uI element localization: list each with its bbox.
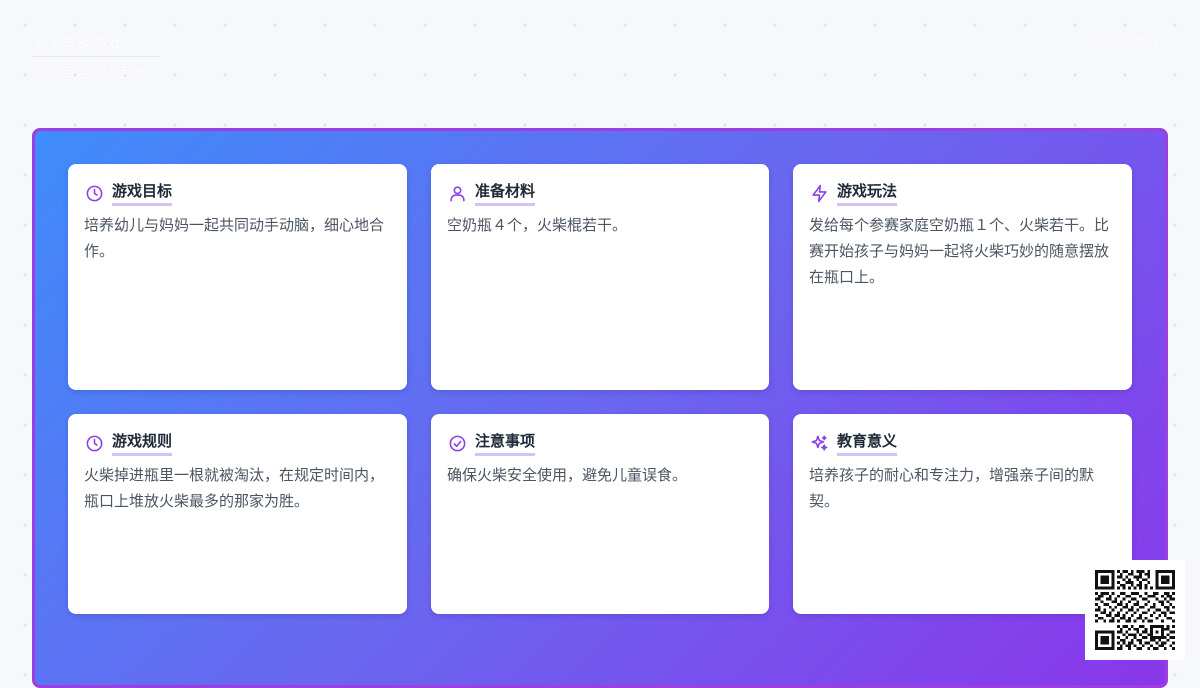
card-goal: 游戏目标 培养幼儿与妈妈一起共同动手动脑，细心地合作。 <box>68 164 407 390</box>
card-body: 火柴掉进瓶里一根就被淘汰，在规定时间内，瓶口上堆放火柴最多的那家为胜。 <box>84 466 385 510</box>
card-body: 发给每个参赛家庭空奶瓶１个、火柴若干。比赛开始孩子与妈妈一起将火柴巧妙的随意摆放… <box>809 216 1110 286</box>
qr-code-icon <box>1095 570 1175 650</box>
card-title: 教育意义 <box>837 431 898 456</box>
card-header: 游戏目标 <box>84 180 391 206</box>
card-body: 培养孩子的耐心和专注力，增强亲子间的默契。 <box>809 466 1095 510</box>
qr-code <box>1085 560 1185 660</box>
card-title: 准备材料 <box>475 181 536 206</box>
card-header: 准备材料 <box>447 180 753 206</box>
card-header: 注意事项 <box>447 430 753 456</box>
card-body: 确保火柴安全使用，避免儿童误食。 <box>447 466 688 484</box>
check-circle-icon <box>447 433 467 453</box>
sparkles-icon <box>809 433 829 453</box>
card-grid: 游戏目标 培养幼儿与妈妈一起共同动手动脑，细心地合作。 准备材料 空奶瓶４个，火… <box>68 164 1132 614</box>
card-gameplay: 游戏玩法 发给每个参赛家庭空奶瓶１个、火柴若干。比赛开始孩子与妈妈一起将火柴巧妙… <box>793 164 1132 390</box>
card-title: 注意事项 <box>475 431 536 456</box>
card-header: 游戏规则 <box>84 430 391 456</box>
clock-icon <box>84 183 104 203</box>
card-notes: 注意事项 确保火柴安全使用，避免儿童误食。 <box>431 414 769 614</box>
card-title: 游戏目标 <box>112 181 173 206</box>
card-materials: 准备材料 空奶瓶４个，火柴棍若干。 <box>431 164 769 390</box>
date-label: 2025-05-15 <box>1092 34 1168 49</box>
card-body: 空奶瓶４个，火柴棍若干。 <box>447 216 628 234</box>
content-panel: 游戏目标 培养幼儿与妈妈一起共同动手动脑，细心地合作。 准备材料 空奶瓶４个，火… <box>32 128 1168 688</box>
card-title: 游戏规则 <box>112 431 173 456</box>
card-title: 游戏玩法 <box>837 181 898 206</box>
card-header: 游戏玩法 <box>809 180 1116 206</box>
user-icon <box>447 183 467 203</box>
card-significance: 教育意义 培养孩子的耐心和专注力，增强亲子间的默契。 <box>793 414 1132 614</box>
clock-icon <box>84 433 104 453</box>
lightning-icon <box>809 183 829 203</box>
page-title: 亲子互动游戏 <box>32 32 160 57</box>
card-body: 培养幼儿与妈妈一起共同动手动脑，细心地合作。 <box>84 216 385 260</box>
card-header: 教育意义 <box>809 430 1116 456</box>
card-rules: 游戏规则 火柴掉进瓶里一根就被淘汰，在规定时间内，瓶口上堆放火柴最多的那家为胜。 <box>68 414 407 614</box>
page-subtitle: 培养专注与动手能力 <box>32 66 158 82</box>
